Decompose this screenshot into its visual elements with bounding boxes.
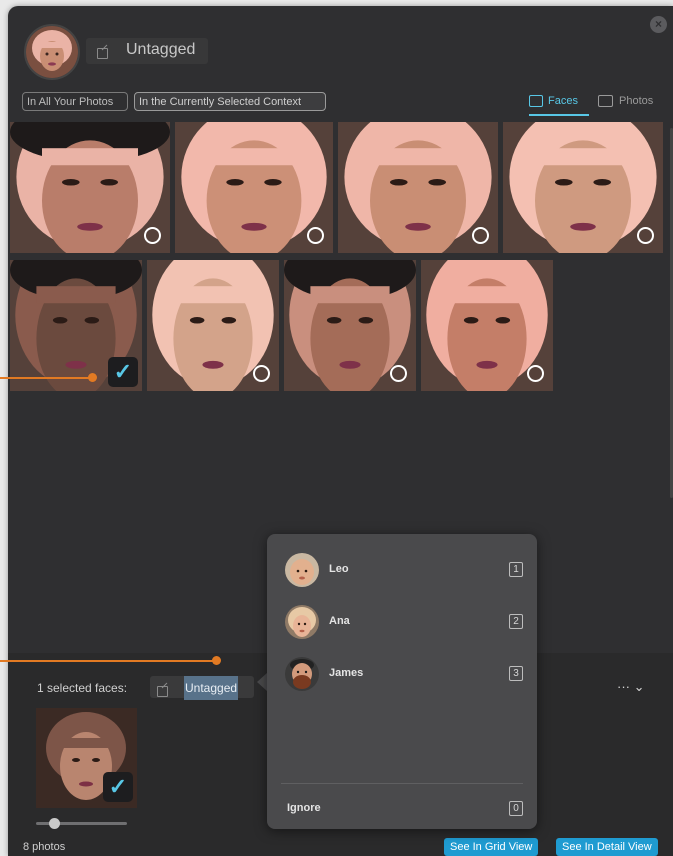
face-thumbnail[interactable] <box>284 260 416 391</box>
bearded-man-avatar-icon <box>285 657 319 691</box>
face-tag-field[interactable]: Untagged <box>86 38 208 64</box>
face-avatar <box>24 24 80 80</box>
selected-tag-field[interactable]: Untagged <box>150 676 254 700</box>
face-tag-name: Untagged <box>126 41 196 58</box>
baby-avatar-icon <box>285 553 319 587</box>
popover-arrow <box>257 673 267 691</box>
see-in-grid-view-button[interactable]: See In Grid View <box>444 838 539 856</box>
callout-dot <box>88 373 97 382</box>
scope-all-photos-button[interactable]: In All Your Photos <box>22 92 128 111</box>
photos-count: 8 photos <box>23 841 66 853</box>
selected-checkmark-icon[interactable]: ✓ <box>108 357 138 387</box>
selected-checkmark-icon[interactable]: ✓ <box>103 772 133 802</box>
person-item-leo[interactable]: Leo 1 <box>267 548 537 594</box>
person-name: Leo <box>329 563 349 575</box>
person-name: Ana <box>329 615 350 627</box>
edit-icon <box>97 48 108 59</box>
edit-icon <box>157 686 168 697</box>
more-options-button[interactable]: ··· ⌄ <box>617 679 645 695</box>
select-circle-icon[interactable] <box>144 227 161 244</box>
photo-icon <box>598 95 613 108</box>
callout-dot <box>212 656 221 665</box>
select-circle-icon[interactable] <box>390 365 407 382</box>
callout-line <box>0 377 92 379</box>
slider-handle[interactable] <box>49 818 61 829</box>
face-thumbnail[interactable] <box>338 122 498 253</box>
select-circle-icon[interactable] <box>307 227 324 244</box>
face-thumbnail[interactable] <box>147 260 279 391</box>
tab-photos-label: Photos <box>619 95 654 107</box>
shortcut-key-badge: 0 <box>509 801 523 816</box>
tab-active-underline <box>529 114 589 116</box>
ignore-label: Ignore <box>287 802 321 814</box>
person-item-james[interactable]: James 3 <box>267 652 537 698</box>
woman-avatar-icon <box>285 605 319 639</box>
face-thumbnail[interactable] <box>175 122 333 253</box>
select-circle-icon[interactable] <box>472 227 489 244</box>
selected-tag-value: Untagged <box>184 676 239 700</box>
select-circle-icon[interactable] <box>527 365 544 382</box>
select-circle-icon[interactable] <box>637 227 654 244</box>
popover-divider <box>281 783 523 784</box>
person-name: James <box>329 667 364 679</box>
face-icon <box>529 95 543 108</box>
select-circle-icon[interactable] <box>253 365 270 382</box>
tab-faces-label: Faces <box>548 95 578 107</box>
tag-person-popover: Leo 1 Ana 2 James 3 Ignore 0 <box>267 534 537 829</box>
face-thumbnail[interactable] <box>421 260 553 391</box>
face-thumbnail[interactable]: ✓ <box>10 260 142 391</box>
tab-faces[interactable]: Faces <box>529 92 589 116</box>
callout-line <box>0 660 216 662</box>
see-in-detail-view-button[interactable]: See In Detail View <box>556 838 658 856</box>
face-thumbnail[interactable] <box>503 122 663 253</box>
tab-photos[interactable]: Photos <box>598 92 660 112</box>
selected-face-thumbnail[interactable]: ✓ <box>36 708 137 808</box>
faces-panel: × Untagged In All Your Photos In the Cur… <box>8 6 673 856</box>
close-button[interactable]: × <box>650 16 667 33</box>
ignore-item[interactable]: Ignore 0 <box>267 787 537 833</box>
scope-current-context-button[interactable]: In the Currently Selected Context <box>134 92 326 111</box>
face-thumbnail[interactable] <box>10 122 170 253</box>
selected-faces-label: 1 selected faces: <box>37 681 128 695</box>
shortcut-key-badge: 3 <box>509 666 523 681</box>
shortcut-key-badge: 2 <box>509 614 523 629</box>
person-item-ana[interactable]: Ana 2 <box>267 600 537 646</box>
shortcut-key-badge: 1 <box>509 562 523 577</box>
